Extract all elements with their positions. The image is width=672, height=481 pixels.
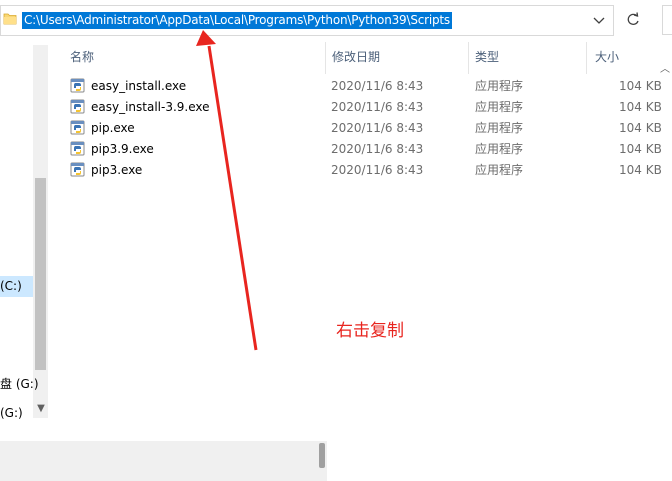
annotation-arrow [196, 30, 258, 351]
